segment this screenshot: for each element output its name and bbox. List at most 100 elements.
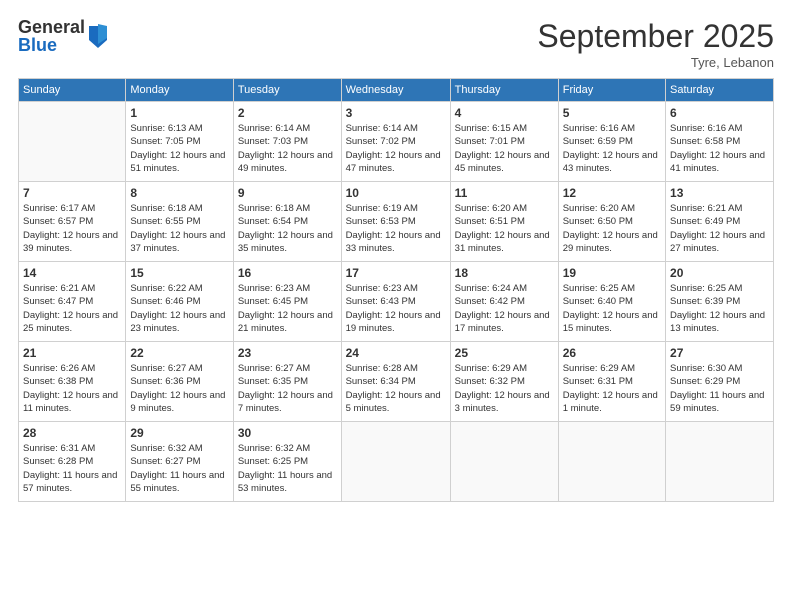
day-number: 4 [455,106,554,120]
day-info: Sunrise: 6:27 AMSunset: 6:36 PMDaylight:… [130,362,229,415]
day-number: 30 [238,426,337,440]
logo-blue: Blue [18,36,85,54]
day-number: 29 [130,426,229,440]
day-info: Sunrise: 6:28 AMSunset: 6:34 PMDaylight:… [346,362,446,415]
month-title: September 2025 [537,18,774,55]
table-row: 8Sunrise: 6:18 AMSunset: 6:55 PMDaylight… [126,182,234,262]
day-info: Sunrise: 6:29 AMSunset: 6:32 PMDaylight:… [455,362,554,415]
day-info: Sunrise: 6:19 AMSunset: 6:53 PMDaylight:… [346,202,446,255]
day-info: Sunrise: 6:16 AMSunset: 6:59 PMDaylight:… [563,122,661,175]
day-number: 2 [238,106,337,120]
col-friday: Friday [558,79,665,102]
table-row: 20Sunrise: 6:25 AMSunset: 6:39 PMDayligh… [666,262,774,342]
table-row: 5 Sunrise: 6:16 AMSunset: 6:59 PMDaylight… [558,102,665,182]
table-row: 9Sunrise: 6:18 AMSunset: 6:54 PMDaylight… [233,182,341,262]
day-info: Sunrise: 6:23 AMSunset: 6:45 PMDaylight:… [238,282,337,335]
table-row: 16 Sunrise: 6:23 AMSunset: 6:45 PMDayligh… [233,262,341,342]
col-saturday: Saturday [666,79,774,102]
logo-icon [87,22,109,50]
table-row: 23 Sunrise: 6:27 AMSunset: 6:35 PMDayligh… [233,342,341,422]
table-row: 25Sunrise: 6:29 AMSunset: 6:32 PMDayligh… [450,342,558,422]
day-info: Sunrise: 6:20 AMSunset: 6:50 PMDaylight:… [563,202,661,255]
logo: General Blue [18,18,109,54]
day-info: Sunrise: 6:15 AMSunset: 7:01 PMDaylight:… [455,122,554,175]
day-number: 18 [455,266,554,280]
day-number: 24 [346,346,446,360]
day-number: 7 [23,186,121,200]
col-wednesday: Wednesday [341,79,450,102]
subtitle: Tyre, Lebanon [537,55,774,70]
calendar-week-row: 1 Sunrise: 6:13 AMSunset: 7:05 PMDaylight… [19,102,774,182]
table-row: 2 Sunrise: 6:14 AMSunset: 7:03 PMDaylight… [233,102,341,182]
col-sunday: Sunday [19,79,126,102]
day-number: 6 [670,106,769,120]
day-number: 3 [346,106,446,120]
table-row: 4 Sunrise: 6:15 AMSunset: 7:01 PMDaylight… [450,102,558,182]
table-row: 28 Sunrise: 6:31 AMSunset: 6:28 PMDayligh… [19,422,126,502]
table-row [341,422,450,502]
day-info: Sunrise: 6:32 AMSunset: 6:27 PMDaylight:… [130,442,229,495]
calendar-week-row: 14 Sunrise: 6:21 AMSunset: 6:47 PMDayligh… [19,262,774,342]
table-row: 6Sunrise: 6:16 AMSunset: 6:58 PMDaylight… [666,102,774,182]
table-row: 26Sunrise: 6:29 AMSunset: 6:31 PMDayligh… [558,342,665,422]
day-info: Sunrise: 6:13 AMSunset: 7:05 PMDaylight:… [130,122,229,175]
day-info: Sunrise: 6:20 AMSunset: 6:51 PMDaylight:… [455,202,554,255]
calendar-week-row: 21 Sunrise: 6:26 AMSunset: 6:38 PMDayligh… [19,342,774,422]
day-info: Sunrise: 6:32 AMSunset: 6:25 PMDaylight:… [238,442,337,495]
day-info: Sunrise: 6:17 AMSunset: 6:57 PMDaylight:… [23,202,121,255]
day-number: 21 [23,346,121,360]
day-number: 17 [346,266,446,280]
table-row: 7 Sunrise: 6:17 AMSunset: 6:57 PMDaylight… [19,182,126,262]
day-info: Sunrise: 6:25 AMSunset: 6:39 PMDaylight:… [670,282,769,335]
table-row: 15 Sunrise: 6:22 AMSunset: 6:46 PMDayligh… [126,262,234,342]
table-row: 10 Sunrise: 6:19 AMSunset: 6:53 PMDayligh… [341,182,450,262]
table-row: 3 Sunrise: 6:14 AMSunset: 7:02 PMDaylight… [341,102,450,182]
col-tuesday: Tuesday [233,79,341,102]
day-info: Sunrise: 6:26 AMSunset: 6:38 PMDaylight:… [23,362,121,415]
day-number: 27 [670,346,769,360]
day-number: 28 [23,426,121,440]
day-number: 12 [563,186,661,200]
table-row: 27 Sunrise: 6:30 AMSunset: 6:29 PMDayligh… [666,342,774,422]
day-info: Sunrise: 6:14 AMSunset: 7:03 PMDaylight:… [238,122,337,175]
table-row: 1 Sunrise: 6:13 AMSunset: 7:05 PMDaylight… [126,102,234,182]
day-info: Sunrise: 6:29 AMSunset: 6:31 PMDaylight:… [563,362,661,415]
day-number: 14 [23,266,121,280]
table-row: 11 Sunrise: 6:20 AMSunset: 6:51 PMDayligh… [450,182,558,262]
logo-general: General [18,18,85,36]
calendar: Sunday Monday Tuesday Wednesday Thursday… [18,78,774,502]
day-info: Sunrise: 6:22 AMSunset: 6:46 PMDaylight:… [130,282,229,335]
day-number: 15 [130,266,229,280]
day-info: Sunrise: 6:24 AMSunset: 6:42 PMDaylight:… [455,282,554,335]
day-info: Sunrise: 6:25 AMSunset: 6:40 PMDaylight:… [563,282,661,335]
table-row: 18 Sunrise: 6:24 AMSunset: 6:42 PMDayligh… [450,262,558,342]
table-row [19,102,126,182]
day-number: 1 [130,106,229,120]
day-number: 5 [563,106,661,120]
day-info: Sunrise: 6:30 AMSunset: 6:29 PMDaylight:… [670,362,769,415]
col-thursday: Thursday [450,79,558,102]
table-row [558,422,665,502]
day-number: 22 [130,346,229,360]
table-row: 24 Sunrise: 6:28 AMSunset: 6:34 PMDayligh… [341,342,450,422]
day-info: Sunrise: 6:21 AMSunset: 6:47 PMDaylight:… [23,282,121,335]
table-row: 21 Sunrise: 6:26 AMSunset: 6:38 PMDayligh… [19,342,126,422]
table-row: 12 Sunrise: 6:20 AMSunset: 6:50 PMDayligh… [558,182,665,262]
day-info: Sunrise: 6:21 AMSunset: 6:49 PMDaylight:… [670,202,769,255]
day-number: 19 [563,266,661,280]
day-number: 11 [455,186,554,200]
header: General Blue September 2025 Tyre, Lebano… [18,18,774,70]
day-number: 10 [346,186,446,200]
calendar-week-row: 7 Sunrise: 6:17 AMSunset: 6:57 PMDaylight… [19,182,774,262]
day-number: 23 [238,346,337,360]
table-row [666,422,774,502]
day-info: Sunrise: 6:14 AMSunset: 7:02 PMDaylight:… [346,122,446,175]
day-info: Sunrise: 6:18 AMSunset: 6:54 PMDaylight:… [238,202,337,255]
table-row: 13Sunrise: 6:21 AMSunset: 6:49 PMDayligh… [666,182,774,262]
table-row: 30 Sunrise: 6:32 AMSunset: 6:25 PMDayligh… [233,422,341,502]
day-info: Sunrise: 6:31 AMSunset: 6:28 PMDaylight:… [23,442,121,495]
col-monday: Monday [126,79,234,102]
day-number: 16 [238,266,337,280]
day-info: Sunrise: 6:27 AMSunset: 6:35 PMDaylight:… [238,362,337,415]
day-info: Sunrise: 6:23 AMSunset: 6:43 PMDaylight:… [346,282,446,335]
